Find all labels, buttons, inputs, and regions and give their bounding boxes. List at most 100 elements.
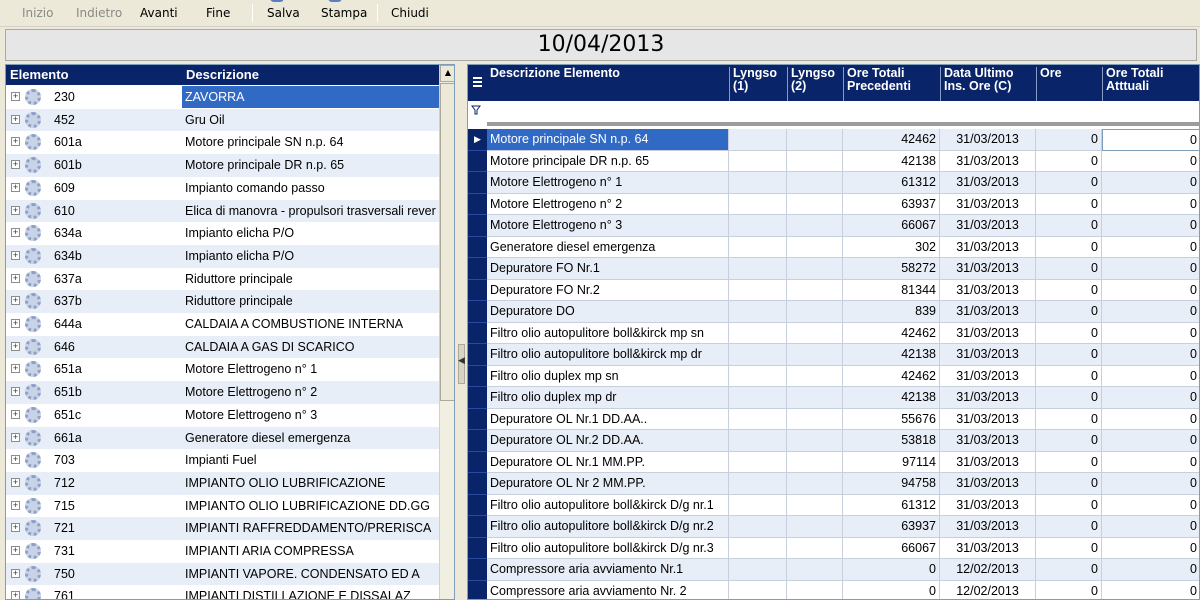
cell-descrizione[interactable]: Filtro olio autopulitore boll&kirck D/g … <box>487 516 729 538</box>
cell-data-ultimo[interactable]: 31/03/2013 <box>940 344 1036 366</box>
cell-ore-totali-precedenti[interactable]: 63937 <box>843 193 940 215</box>
cell-ore-totali-attuali[interactable]: 0 <box>1102 366 1199 387</box>
cell-ore-totali-precedenti[interactable]: 61312 <box>843 172 940 194</box>
cell-lyngso-1[interactable] <box>729 559 787 581</box>
tree-row[interactable]: +644a CALDAIA A COMBUSTIONE INTERNA <box>6 313 439 336</box>
expand-plus-icon[interactable]: + <box>11 409 20 419</box>
cell-lyngso-1[interactable] <box>729 129 787 151</box>
cell-ore[interactable]: 0 <box>1036 150 1102 172</box>
avanti-button[interactable]: Avanti <box>140 6 178 20</box>
cell-descrizione[interactable]: Depuratore OL Nr.1 MM.PP. <box>487 451 729 473</box>
cell-ore[interactable]: 0 <box>1036 516 1102 538</box>
expand-plus-icon[interactable]: + <box>11 182 20 192</box>
row-pointer-icon[interactable] <box>468 365 487 387</box>
cell-ore[interactable]: 0 <box>1036 537 1102 559</box>
cell-data-ultimo[interactable]: 31/03/2013 <box>940 172 1036 194</box>
column-header-ore[interactable]: Ore <box>1036 67 1102 101</box>
tree-row[interactable]: +637b Riduttore principale <box>6 290 439 313</box>
row-pointer-icon[interactable] <box>468 430 487 452</box>
table-row[interactable]: Compressore aria avviamento Nr.1 0 12/02/2… <box>468 559 1199 581</box>
expand-plus-icon[interactable]: + <box>11 250 20 260</box>
table-row[interactable]: Motore Elettrogeno n° 3 66067 31/03/2013 0 0 <box>468 215 1199 237</box>
table-row[interactable]: Compressore aria avviamento Nr. 2 0 12/02/… <box>468 580 1199 599</box>
cell-ore-totali-precedenti[interactable]: 0 <box>843 580 940 599</box>
cell-ore-totali-attuali[interactable]: 0 <box>1102 194 1199 215</box>
filter-row[interactable] <box>468 101 1199 126</box>
cell-lyngso-2[interactable] <box>787 236 843 258</box>
cell-data-ultimo[interactable]: 31/03/2013 <box>940 193 1036 215</box>
table-row[interactable]: Filtro olio autopulitore boll&kirck mp s… <box>468 322 1199 344</box>
cell-ore-totali-precedenti[interactable]: 58272 <box>843 258 940 280</box>
cell-ore-totali-precedenti[interactable]: 42138 <box>843 150 940 172</box>
tree-row[interactable]: +750 IMPIANTI VAPORE. CONDENSATO ED A <box>6 562 439 586</box>
tree-row[interactable]: +452 Gru Oil <box>6 108 439 132</box>
cell-descrizione[interactable]: Filtro olio duplex mp dr <box>487 387 729 409</box>
cell-descrizione[interactable]: Filtro olio autopulitore boll&kirck mp d… <box>487 344 729 366</box>
row-pointer-icon[interactable] <box>468 408 487 430</box>
tree-row[interactable]: +651a Motore Elettrogeno n° 1 <box>6 358 439 381</box>
cell-lyngso-2[interactable] <box>787 559 843 581</box>
cell-descrizione[interactable]: Generatore diesel emergenza <box>487 236 729 258</box>
cell-ore[interactable]: 0 <box>1036 279 1102 301</box>
table-row[interactable]: Filtro olio autopulitore boll&kirck mp d… <box>468 344 1199 366</box>
cell-ore[interactable]: 0 <box>1036 473 1102 495</box>
cell-descrizione[interactable]: Depuratore FO Nr.1 <box>487 258 729 280</box>
cell-lyngso-1[interactable] <box>729 236 787 258</box>
cell-ore-totali-precedenti[interactable]: 97114 <box>843 451 940 473</box>
row-pointer-icon[interactable] <box>468 215 487 237</box>
cell-lyngso-2[interactable] <box>787 258 843 280</box>
cell-descrizione[interactable]: Depuratore DO <box>487 301 729 323</box>
cell-lyngso-2[interactable] <box>787 150 843 172</box>
cell-ore-totali-attuali[interactable]: 0 <box>1102 559 1199 581</box>
expand-plus-icon[interactable]: + <box>11 228 20 238</box>
tree-row[interactable]: +634a Impianto elicha P/O <box>6 222 439 245</box>
cell-lyngso-2[interactable] <box>787 172 843 194</box>
cell-data-ultimo[interactable]: 31/03/2013 <box>940 322 1036 344</box>
table-row[interactable]: Depuratore FO Nr.1 58272 31/03/2013 0 0 <box>468 258 1199 280</box>
cell-ore-totali-precedenti[interactable]: 66067 <box>843 537 940 559</box>
cell-ore[interactable]: 0 <box>1036 236 1102 258</box>
expand-plus-icon[interactable]: + <box>11 273 20 283</box>
table-row[interactable]: Filtro olio autopulitore boll&kirck D/g … <box>468 537 1199 559</box>
table-row[interactable]: Motore Elettrogeno n° 1 61312 31/03/2013 0 0 <box>468 172 1199 194</box>
tree-row[interactable]: +230 ZAVORRA <box>6 86 439 109</box>
cell-ore-totali-precedenti[interactable]: 42462 <box>843 365 940 387</box>
tree-row[interactable]: +651b Motore Elettrogeno n° 2 <box>6 381 439 404</box>
cell-ore-totali-precedenti[interactable]: 42138 <box>843 387 940 409</box>
cell-descrizione[interactable]: Motore Elettrogeno n° 2 <box>487 193 729 215</box>
cell-data-ultimo[interactable]: 31/03/2013 <box>940 236 1036 258</box>
expand-plus-icon[interactable]: + <box>11 432 20 442</box>
panel-splitter[interactable]: ◀ <box>457 64 466 600</box>
cell-data-ultimo[interactable]: 31/03/2013 <box>940 430 1036 452</box>
cell-lyngso-1[interactable] <box>729 516 787 538</box>
expand-plus-icon[interactable]: + <box>11 523 20 533</box>
table-row[interactable]: Filtro olio duplex mp dr 42138 31/03/2013 0… <box>468 387 1199 409</box>
row-pointer-icon[interactable] <box>468 322 487 344</box>
cell-descrizione[interactable]: Compressore aria avviamento Nr. 2 <box>487 580 729 599</box>
row-pointer-icon[interactable] <box>468 236 487 258</box>
cell-descrizione[interactable]: Motore principale DR n.p. 65 <box>487 150 729 172</box>
cell-lyngso-2[interactable] <box>787 129 843 151</box>
cell-ore[interactable]: 0 <box>1036 344 1102 366</box>
expand-plus-icon[interactable]: + <box>11 114 20 124</box>
row-pointer-icon[interactable] <box>468 559 487 581</box>
cell-data-ultimo[interactable]: 31/03/2013 <box>940 516 1036 538</box>
cell-ore-totali-precedenti[interactable]: 302 <box>843 236 940 258</box>
left-vertical-scrollbar[interactable]: ▲ <box>439 65 454 599</box>
cell-lyngso-1[interactable] <box>729 451 787 473</box>
cell-lyngso-2[interactable] <box>787 494 843 516</box>
cell-ore-totali-precedenti[interactable]: 42138 <box>843 344 940 366</box>
cell-data-ultimo[interactable]: 31/03/2013 <box>940 150 1036 172</box>
cell-lyngso-1[interactable] <box>729 258 787 280</box>
table-row[interactable]: Depuratore OL Nr.1 DD.AA.. 55676 31/03/201… <box>468 408 1199 430</box>
cell-ore-totali-attuali[interactable]: 0 <box>1102 258 1199 280</box>
cell-lyngso-1[interactable] <box>729 365 787 387</box>
cell-data-ultimo[interactable]: 31/03/2013 <box>940 387 1036 409</box>
expand-plus-icon[interactable]: + <box>11 160 20 170</box>
cell-ore-totali-attuali[interactable]: 0 <box>1102 129 1199 151</box>
cell-ore[interactable]: 0 <box>1036 215 1102 237</box>
row-pointer-icon[interactable] <box>468 258 487 280</box>
cell-ore-totali-attuali[interactable]: 0 <box>1102 387 1199 409</box>
row-pointer-icon[interactable]: ▶ <box>468 129 487 151</box>
cell-lyngso-2[interactable] <box>787 430 843 452</box>
